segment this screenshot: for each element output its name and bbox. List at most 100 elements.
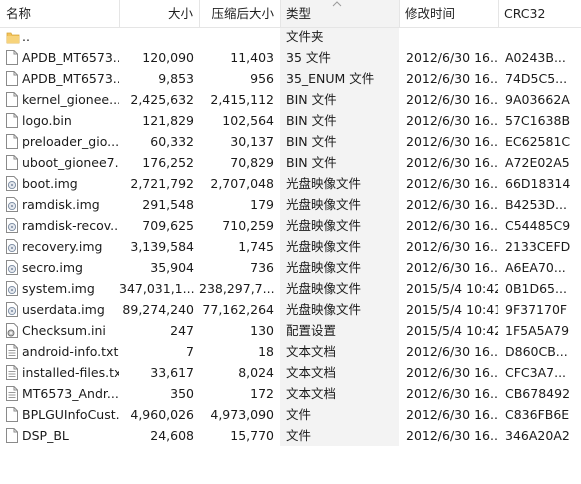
file-crc32: CB678492 — [505, 386, 571, 401]
file-row[interactable]: MT6573_Andr... 350 172 文本文档 2012/6/30 16... C… — [0, 383, 581, 404]
file-type: 文本文档 — [286, 386, 337, 401]
column-header-crc32[interactable]: CRC32 — [498, 0, 581, 27]
file-compressed-size: 2,415,112 — [210, 92, 274, 107]
file-crc32: 346A20A2 — [505, 428, 570, 443]
file-crc32: EC62581C — [505, 134, 571, 149]
file-row[interactable]: userdata.img 89,274,240 77,162,264 光盘映像文件 20… — [0, 299, 581, 320]
file-type: 文件 — [286, 428, 312, 443]
file-name: logo.bin — [22, 113, 72, 128]
file-modified-time: 2015/5/4 10:41 — [406, 302, 498, 317]
file-size: 2,425,632 — [130, 92, 194, 107]
file-modified-time: 2012/6/30 16... — [406, 428, 498, 443]
file-row[interactable]: .. 文件夹 — [0, 26, 581, 47]
file-type: 光盘映像文件 — [286, 302, 362, 317]
file-row[interactable]: APDB_MT6573... 120,090 11,403 35 文件 2012/6/3… — [0, 47, 581, 68]
file-crc32 — [498, 26, 581, 47]
file-row[interactable]: logo.bin 121,829 102,564 BIN 文件 2012/6/30 16… — [0, 110, 581, 131]
file-modified-time: 2012/6/30 16... — [406, 407, 498, 422]
file-crc32: A6EA70... — [505, 260, 566, 275]
column-header-size[interactable]: 大小 — [119, 0, 199, 27]
file-compressed-size: 172 — [250, 386, 274, 401]
file-name: BPLGUInfoCust... — [22, 407, 119, 422]
file-compressed-size: 2,707,048 — [210, 176, 274, 191]
file-name: system.img — [22, 281, 95, 296]
file-modified-time: 2012/6/30 16... — [406, 176, 498, 191]
file-crc32: B4253D... — [505, 197, 567, 212]
file-size: 350 — [170, 386, 194, 401]
file-compressed-size: 130 — [250, 323, 274, 338]
file-name: recovery.img — [22, 239, 103, 254]
file-modified-time: 2012/6/30 16... — [406, 134, 498, 149]
file-type: 35 文件 — [286, 50, 331, 65]
file-name: MT6573_Andr... — [22, 386, 119, 401]
file-row[interactable]: DSP_BL 24,608 15,770 文件 2012/6/30 16... 346A2… — [0, 425, 581, 446]
file-size: 247 — [170, 323, 194, 338]
file-row[interactable]: android-info.txt 7 18 文本文档 2012/6/30 16... D8… — [0, 341, 581, 362]
file-compressed-size: 179 — [250, 197, 274, 212]
file-modified-time: 2012/6/30 16... — [406, 218, 498, 233]
file-name: DSP_BL — [22, 428, 69, 443]
file-row[interactable]: system.img 347,031,1... 238,297,7... 光盘映像文件… — [0, 278, 581, 299]
file-compressed-size: 238,297,7... — [199, 281, 275, 296]
file-row[interactable]: ramdisk-recov... 709,625 710,259 光盘映像文件 2012… — [0, 215, 581, 236]
file-row[interactable]: secro.img 35,904 736 光盘映像文件 2012/6/30 16... A… — [0, 257, 581, 278]
file-type: 光盘映像文件 — [286, 218, 362, 233]
file-crc32: 0B1D65... — [505, 281, 567, 296]
file-modified-time — [399, 26, 498, 47]
file-modified-time: 2012/6/30 16... — [406, 344, 498, 359]
file-size: 60,332 — [150, 134, 194, 149]
file-compressed-size: 77,162,264 — [202, 302, 274, 317]
file-row[interactable]: APDB_MT6573... 9,853 956 35_ENUM 文件 2012/6/3… — [0, 68, 581, 89]
file-row[interactable]: uboot_gionee7... 176,252 70,829 BIN 文件 2012/… — [0, 152, 581, 173]
file-size: 176,252 — [142, 155, 194, 170]
file-row[interactable]: boot.img 2,721,792 2,707,048 光盘映像文件 2012/6/3… — [0, 173, 581, 194]
file-row[interactable]: ramdisk.img 291,548 179 光盘映像文件 2012/6/30 16.… — [0, 194, 581, 215]
file-row[interactable]: recovery.img 3,139,584 1,745 光盘映像文件 2012/6/3… — [0, 236, 581, 257]
file-modified-time: 2012/6/30 16... — [406, 92, 498, 107]
file-name: installed-files.txt — [22, 365, 119, 380]
file-modified-time: 2015/5/4 10:42 — [406, 323, 498, 338]
file-type: BIN 文件 — [286, 92, 337, 107]
file-type: 配置设置 — [286, 323, 337, 338]
file-size: 33,617 — [150, 365, 194, 380]
file-crc32: A0243B... — [505, 50, 566, 65]
file-modified-time: 2012/6/30 16... — [406, 113, 498, 128]
file-crc32: CFC3A7... — [505, 365, 567, 380]
file-size: 291,548 — [142, 197, 194, 212]
file-crc32: 57C1638B — [505, 113, 571, 128]
file-type: BIN 文件 — [286, 155, 337, 170]
file-row[interactable]: installed-files.txt 33,617 8,024 文本文档 2012/6… — [0, 362, 581, 383]
file-type: BIN 文件 — [286, 134, 337, 149]
file-name: APDB_MT6573... — [22, 50, 119, 65]
file-crc32: 74D5C5... — [505, 71, 568, 86]
file-modified-time: 2012/6/30 16... — [406, 239, 498, 254]
column-header-compressed-size[interactable]: 压缩后大小 — [199, 0, 280, 27]
file-compressed-size: 956 — [250, 71, 274, 86]
file-row[interactable]: BPLGUInfoCust... 4,960,026 4,973,090 文件 2012… — [0, 404, 581, 425]
file-type: BIN 文件 — [286, 113, 337, 128]
column-header-modified[interactable]: 修改时间 — [399, 0, 498, 27]
file-name: boot.img — [22, 176, 78, 191]
file-type: 文本文档 — [286, 344, 337, 359]
file-name: .. — [22, 29, 30, 44]
file-compressed-size: 1,745 — [238, 239, 274, 254]
file-type: 光盘映像文件 — [286, 239, 362, 254]
file-compressed-size: 30,137 — [230, 134, 274, 149]
file-size: 89,274,240 — [122, 302, 194, 317]
file-row[interactable]: Checksum.ini 247 130 配置设置 2015/5/4 10:42 1F5A… — [0, 320, 581, 341]
file-rows: .. 文件夹 APDB_MT6573... 120,090 11,403 35 文件 201… — [0, 26, 581, 446]
file-name: kernel_gionee... — [22, 92, 119, 107]
file-name: uboot_gionee7... — [22, 155, 119, 170]
file-row[interactable]: kernel_gionee... 2,425,632 2,415,112 BIN 文件… — [0, 89, 581, 110]
file-crc32: 9F37170F — [505, 302, 568, 317]
file-modified-time: 2012/6/30 16... — [406, 71, 498, 86]
file-crc32: C836FB6E — [505, 407, 570, 422]
file-crc32: 9A03662A — [505, 92, 570, 107]
column-header-name[interactable]: 名称 — [0, 0, 119, 27]
file-modified-time: 2012/6/30 16... — [406, 260, 498, 275]
file-compressed-size: 15,770 — [230, 428, 274, 443]
file-row[interactable]: preloader_gio... 60,332 30,137 BIN 文件 2012/6… — [0, 131, 581, 152]
file-name: preloader_gio... — [22, 134, 119, 149]
file-name: Checksum.ini — [22, 323, 106, 338]
file-size: 4,960,026 — [130, 407, 194, 422]
